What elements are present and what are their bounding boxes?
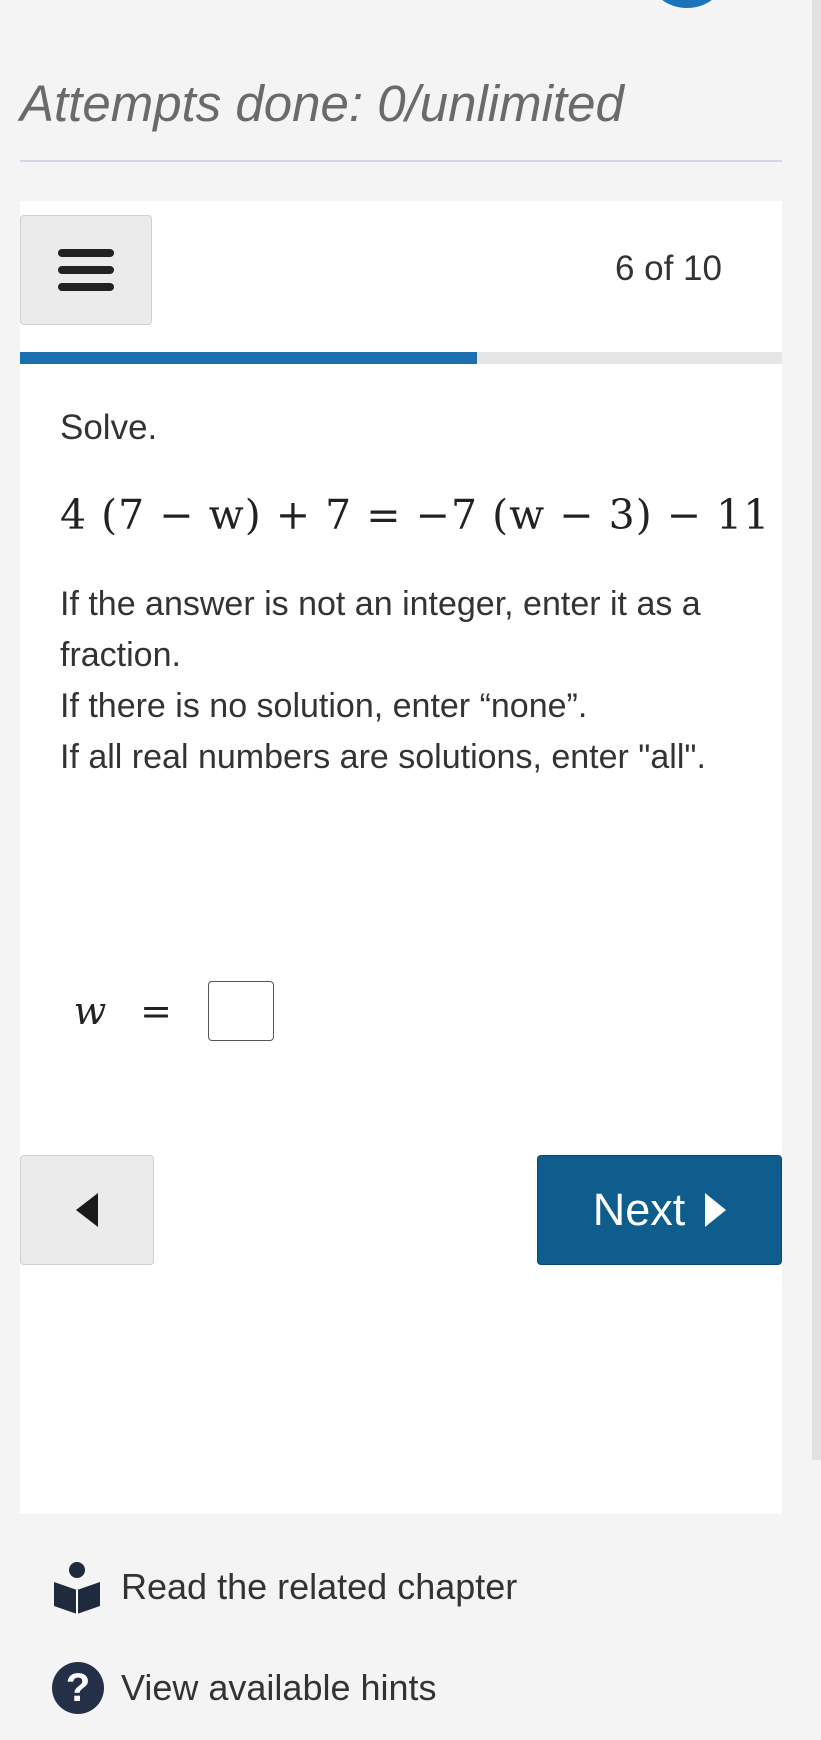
instruction-line: If the answer is not an integer, enter i… — [60, 585, 701, 674]
view-hints-link[interactable]: ? View available hints — [52, 1662, 437, 1714]
top-action-circle[interactable] — [648, 0, 726, 8]
question-circle-icon: ? — [52, 1662, 104, 1714]
triangle-left-icon — [76, 1193, 98, 1227]
question-progress-label: 6 of 10 — [614, 249, 722, 288]
scrollbar[interactable] — [812, 0, 821, 1460]
read-chapter-link[interactable]: Read the related chapter — [52, 1560, 517, 1614]
hamburger-menu-icon — [58, 249, 114, 291]
next-button-label: Next — [592, 1184, 686, 1235]
triangle-right-icon — [705, 1193, 727, 1227]
progress-bar-fill — [20, 352, 478, 364]
answer-equals-sign: = — [140, 989, 172, 1033]
progress-bar — [20, 352, 782, 364]
divider — [20, 160, 782, 162]
answer-input[interactable] — [208, 981, 274, 1041]
answer-row: w = — [60, 981, 274, 1041]
equation: 4 (7 − w) + 7 = −7 (w − 3) − 11 — [60, 491, 771, 539]
instruction-line: If all real numbers are solutions, enter… — [60, 738, 706, 776]
next-button[interactable]: Next — [537, 1155, 782, 1265]
question-card: 6 of 10 Solve. 4 (7 − w) + 7 = −7 (w − 3… — [20, 201, 782, 1514]
answer-variable: w — [73, 989, 107, 1033]
instruction-line: If there is no solution, enter “none”. — [60, 687, 588, 725]
view-hints-label: View available hints — [121, 1667, 437, 1708]
previous-question-button[interactable] — [20, 1155, 154, 1265]
attempts-counter: Attempts done: 0/unlimited — [20, 75, 624, 132]
question-menu-button[interactable] — [20, 215, 152, 325]
read-chapter-label: Read the related chapter — [121, 1566, 518, 1607]
question-prompt: Solve. — [60, 408, 158, 447]
instructions: If the answer is not an integer, enter i… — [60, 579, 750, 783]
book-reader-icon — [54, 1562, 100, 1614]
